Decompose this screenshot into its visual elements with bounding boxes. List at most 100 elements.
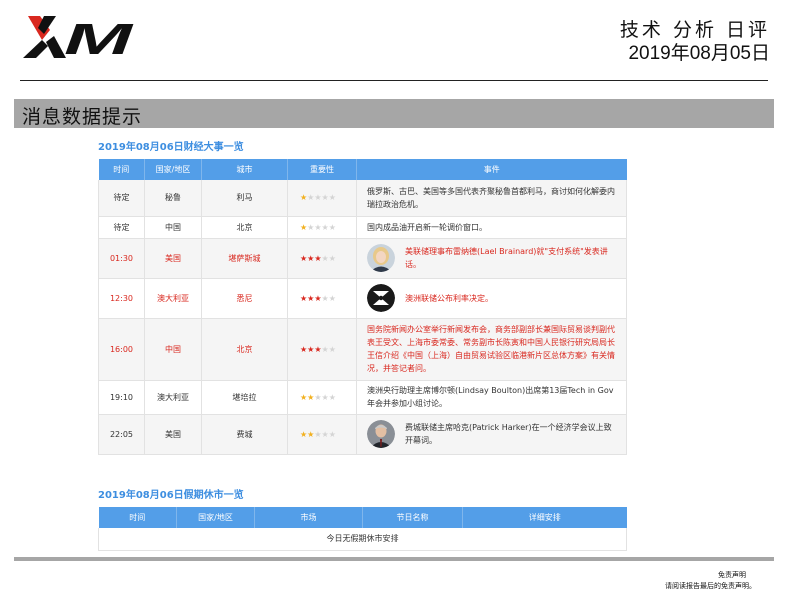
star-empty-icon: ★	[314, 392, 322, 402]
col-holiday-name: 节日名称	[362, 507, 463, 528]
event-region: 中国	[144, 216, 202, 239]
event-cell: 费城联储主席哈克(Patrick Harker)在一个经济学会议上致开幕词。	[356, 414, 627, 455]
event-region: 美国	[144, 414, 202, 455]
event-text: 澳洲央行助理主席博尔顿(Lindsay Boulton)出席第13届Tech i…	[367, 386, 614, 408]
star-empty-icon: ★	[321, 253, 329, 263]
holidays-table: 时间 国家/地区 市场 节日名称 详细安排 今日无假期休市安排	[98, 507, 627, 551]
event-row: 待定 中国 北京 ★★★★★ 国内成品油开启新一轮调价窗口。	[98, 216, 627, 239]
event-row: 16:00 中国 北京 ★★★★★ 国务院新闻办公室举行新闻发布会，商务部副部长兼国际贸…	[98, 318, 627, 381]
star-empty-icon: ★	[321, 344, 329, 354]
event-cell: 澳洲联储公布利率决定。	[356, 278, 627, 319]
event-importance: ★★★★★	[287, 180, 357, 217]
event-cell: 国内成品油开启新一轮调价窗口。	[356, 216, 627, 239]
col-market: 市场	[254, 507, 363, 528]
events-header-row: 时间 国家/地区 城市 重要性 事件	[98, 159, 627, 180]
star-empty-icon: ★	[321, 392, 329, 402]
star-empty-icon: ★	[328, 344, 336, 354]
star-empty-icon: ★	[314, 193, 322, 203]
event-text: 费城联储主席哈克(Patrick Harker)在一个经济学会议上致开幕词。	[405, 423, 612, 445]
event-city: 堪萨斯城	[201, 238, 288, 279]
event-text: 美联储理事布雷纳德(Lael Brainard)就"支付系统"发表讲话。	[405, 247, 608, 269]
star-empty-icon: ★	[328, 253, 336, 263]
event-region: 中国	[144, 318, 202, 381]
event-importance: ★★★★★	[287, 278, 357, 319]
star-empty-icon: ★	[328, 193, 336, 203]
event-importance: ★★★★★	[287, 216, 357, 239]
star-empty-icon: ★	[314, 429, 322, 439]
star-empty-icon: ★	[328, 392, 336, 402]
event-row: 19:10 澳大利亚 堪培拉 ★★★★★ 澳洲央行助理主席博尔顿(Lindsay Bou…	[98, 380, 627, 415]
event-time: 待定	[98, 180, 145, 217]
event-city: 北京	[201, 216, 288, 239]
col-region: 国家/地区	[144, 159, 202, 180]
event-importance: ★★★★★	[287, 380, 357, 415]
col-time: 时间	[98, 159, 145, 180]
col-event: 事件	[356, 159, 627, 180]
woman-portrait-icon	[367, 244, 395, 272]
report-title: 技术 分析 日评	[619, 19, 770, 41]
star-empty-icon: ★	[321, 429, 329, 439]
col-region: 国家/地区	[176, 507, 255, 528]
event-region: 澳大利亚	[144, 278, 202, 319]
event-row: 待定 秘鲁 利马 ★★★★★ 俄罗斯、古巴、美国等多国代表齐聚秘鲁首都利马，商讨如何化解…	[98, 180, 627, 217]
event-text: 澳洲联储公布利率决定。	[405, 293, 493, 303]
event-time: 待定	[98, 216, 145, 239]
star-empty-icon: ★	[328, 222, 336, 232]
rba-logo-icon	[367, 284, 395, 312]
star-filled-icon: ★	[314, 344, 322, 354]
event-row: 01:30 美国 堪萨斯城 ★★★★★ 美联储理事布雷纳德(Lael Brainard)…	[98, 238, 627, 279]
holidays-header-row: 时间 国家/地区 市场 节日名称 详细安排	[98, 507, 627, 528]
event-importance: ★★★★★	[287, 318, 357, 381]
events-table: 时间 国家/地区 城市 重要性 事件 待定 秘鲁 利马 ★★★★★ 俄罗斯、古巴、美国等…	[98, 159, 627, 455]
disclaimer-label: 免责声明	[718, 571, 746, 579]
event-cell: 澳洲央行助理主席博尔顿(Lindsay Boulton)出席第13届Tech i…	[356, 380, 627, 415]
event-time: 22:05	[98, 414, 145, 455]
header-divider	[20, 80, 768, 81]
section-bar: 消息数据提示	[14, 99, 774, 128]
holidays-title: 2019年08月06日假期休市一览	[98, 490, 244, 501]
star-empty-icon: ★	[321, 193, 329, 203]
event-city: 利马	[201, 180, 288, 217]
man-portrait-icon	[367, 420, 395, 448]
event-text: 国务院新闻办公室举行新闻发布会，商务部副部长兼国际贸易谈判副代表王受文、上海市委…	[367, 325, 615, 373]
event-region: 美国	[144, 238, 202, 279]
event-region: 澳大利亚	[144, 380, 202, 415]
event-city: 北京	[201, 318, 288, 381]
col-importance: 重要性	[287, 159, 357, 180]
footer-bar	[14, 557, 774, 561]
event-cell: 俄罗斯、古巴、美国等多国代表齐聚秘鲁首都利马，商讨如何化解委内瑞拉政治危机。	[356, 180, 627, 217]
holidays-empty-text: 今日无假期休市安排	[98, 528, 627, 551]
event-text: 俄罗斯、古巴、美国等多国代表齐聚秘鲁首都利马，商讨如何化解委内瑞拉政治危机。	[367, 186, 615, 209]
holidays-empty-row: 今日无假期休市安排	[98, 528, 627, 551]
event-row: 12:30 澳大利亚 悉尼 ★★★★★ 澳洲联储公布利率决定。	[98, 278, 627, 319]
section-title: 消息数据提示	[22, 106, 143, 128]
col-details: 详细安排	[462, 507, 627, 528]
svg-text:M: M	[64, 15, 134, 62]
event-cell: 国务院新闻办公室举行新闻发布会，商务部副部长兼国际贸易谈判副代表王受文、上海市委…	[356, 318, 627, 381]
event-city: 悉尼	[201, 278, 288, 319]
event-time: 01:30	[98, 238, 145, 279]
xm-logo: M	[23, 15, 134, 62]
star-filled-icon: ★	[314, 293, 322, 303]
report-header: 技术 分析 日评 2019年08月05日	[620, 18, 770, 66]
col-city: 城市	[201, 159, 288, 180]
event-city: 费城	[201, 414, 288, 455]
event-region: 秘鲁	[144, 180, 202, 217]
star-empty-icon: ★	[314, 222, 322, 232]
star-empty-icon: ★	[328, 429, 336, 439]
col-time: 时间	[98, 507, 177, 528]
event-city: 堪培拉	[201, 380, 288, 415]
event-row: 22:05 美国 费城 ★★★★★ 费城联储主席哈克(Patrick Harker)在一…	[98, 414, 627, 455]
event-importance: ★★★★★	[287, 238, 357, 279]
events-title: 2019年08月06日财经大事一览	[98, 142, 244, 153]
event-time: 12:30	[98, 278, 145, 319]
star-empty-icon: ★	[321, 222, 329, 232]
event-time: 16:00	[98, 318, 145, 381]
report-date: 2019年08月05日	[628, 43, 770, 64]
event-text: 国内成品油开启新一轮调价窗口。	[367, 222, 487, 232]
event-cell: 美联储理事布雷纳德(Lael Brainard)就"支付系统"发表讲话。	[356, 238, 627, 279]
event-time: 19:10	[98, 380, 145, 415]
event-importance: ★★★★★	[287, 414, 357, 455]
star-filled-icon: ★	[314, 253, 322, 263]
star-empty-icon: ★	[328, 293, 336, 303]
